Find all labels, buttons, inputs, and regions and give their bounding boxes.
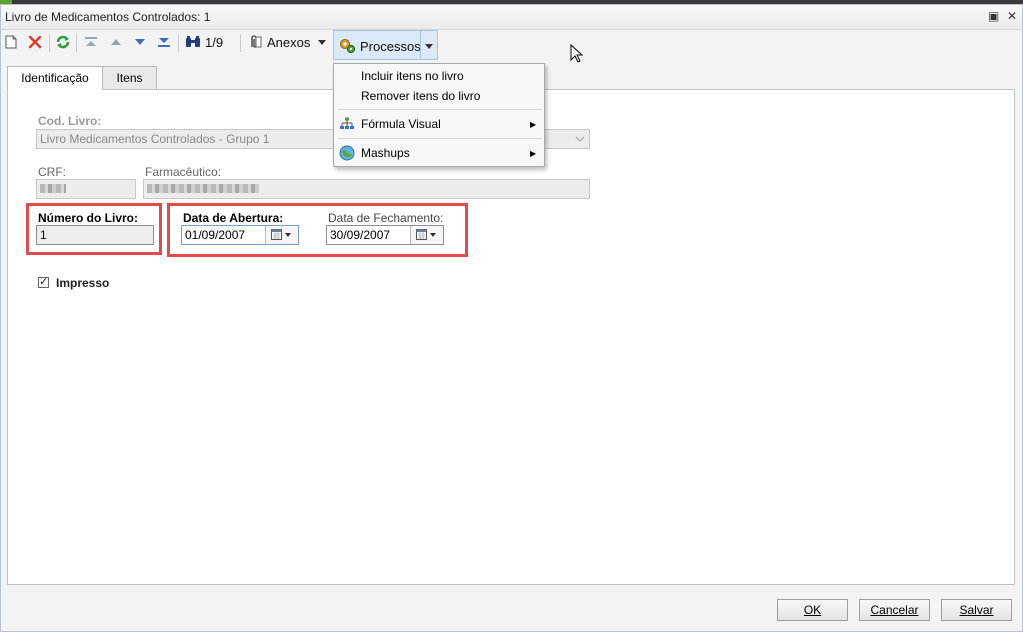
crf-label: CRF: (38, 165, 66, 179)
toolbar-separator (240, 34, 241, 52)
data-fechamento-field[interactable]: 30/09/2007 (326, 225, 444, 245)
toolbar: 1/9 Anexos (0, 25, 1021, 59)
delete-button[interactable] (28, 31, 42, 53)
check-mark-icon: ✓ (39, 276, 49, 288)
menu-item-label: Mashups (361, 146, 410, 160)
numero-livro-value: 1 (40, 228, 47, 242)
search-button[interactable]: 1/9 (185, 31, 223, 53)
menu-item-remover[interactable]: Remover itens do livro (334, 86, 544, 107)
refresh-button[interactable] (55, 31, 71, 53)
new-icon (5, 35, 17, 49)
window-title: Livro de Medicamentos Controlados: 1 (5, 10, 211, 24)
globe-icon (339, 145, 355, 161)
salvar-button[interactable]: Salvar (941, 599, 1012, 621)
submenu-arrow-icon: ▶ (530, 149, 537, 158)
processos-label: Processos (360, 38, 421, 54)
submenu-arrow-icon: ▶ (530, 120, 537, 129)
cod-livro-label: Cod. Livro: (38, 114, 102, 128)
menu-item-label: Incluir itens no livro (361, 69, 464, 83)
processos-menu: Incluir itens no livro Remover itens do … (333, 63, 545, 167)
farmaceutico-field (143, 179, 590, 199)
impresso-checkbox[interactable]: ✓ (38, 276, 49, 288)
farmaceutico-label: Farmacêutico: (145, 165, 222, 179)
tab-identificacao[interactable]: Identificação (7, 66, 103, 90)
processos-button[interactable]: Processos (333, 30, 438, 60)
data-fechamento-label: Data de Fechamento: (328, 211, 444, 225)
menu-item-mashups[interactable]: Mashups ▶ (334, 143, 544, 164)
calendar-button[interactable] (265, 226, 298, 244)
data-abertura-value: 01/09/2007 (185, 228, 246, 242)
mouse-cursor-icon (570, 44, 584, 63)
refresh-icon (56, 35, 70, 49)
last-icon (158, 38, 170, 47)
redacted-value (147, 184, 259, 193)
close-button[interactable]: ✕ (1007, 10, 1017, 22)
data-abertura-label: Data de Abertura: (183, 211, 284, 225)
next-record-button[interactable] (133, 31, 147, 53)
previous-icon (111, 39, 121, 45)
calendar-icon (416, 229, 436, 240)
cancelar-label: Cancelar (870, 603, 919, 617)
anexos-label: Anexos (267, 34, 311, 50)
chevron-down-icon (575, 136, 585, 142)
new-button[interactable] (5, 31, 17, 53)
tab-itens[interactable]: Itens (102, 66, 157, 89)
menu-item-label: Remover itens do livro (361, 89, 481, 103)
next-icon (135, 39, 145, 45)
processos-dropdown-icon[interactable] (424, 41, 434, 51)
crf-field (36, 179, 136, 199)
toolbar-separator (76, 34, 77, 52)
salvar-label: Salvar (959, 603, 994, 617)
numero-livro-label: Número do Livro: (38, 211, 139, 225)
split-divider (420, 31, 421, 59)
last-record-button[interactable] (157, 31, 171, 53)
impresso-label[interactable]: Impresso (56, 276, 109, 290)
ok-label: OK (803, 603, 822, 617)
processos-button-content: Processos (338, 35, 421, 57)
toolbar-separator (49, 34, 50, 52)
first-icon (85, 37, 97, 46)
menu-separator (338, 138, 542, 139)
restore-button[interactable]: ▣ (988, 10, 999, 22)
gears-icon (340, 39, 356, 54)
search-icon (186, 36, 200, 47)
cancelar-button[interactable]: Cancelar (859, 599, 930, 621)
data-abertura-field[interactable]: 01/09/2007 (181, 225, 299, 245)
calendar-button[interactable] (410, 226, 443, 244)
record-counter: 1/9 (205, 34, 224, 50)
data-fechamento-value: 30/09/2007 (330, 228, 391, 242)
anexos-button[interactable]: Anexos (247, 31, 327, 53)
cod-livro-value: Livro Medicamentos Controlados - Grupo 1 (40, 132, 270, 146)
menu-item-formula-visual[interactable]: Fórmula Visual ▶ (334, 114, 544, 135)
ok-button[interactable]: OK (777, 599, 848, 621)
toolbar-separator (178, 34, 179, 52)
calendar-icon (271, 229, 291, 240)
hierarchy-icon (340, 117, 354, 129)
menu-separator (338, 109, 542, 110)
menu-item-label: Fórmula Visual (361, 117, 441, 131)
redacted-value (40, 184, 66, 193)
previous-record-button[interactable] (109, 31, 123, 53)
delete-icon (28, 35, 42, 49)
paperclip-icon (251, 35, 262, 48)
first-record-button[interactable] (84, 31, 98, 53)
menu-item-incluir[interactable]: Incluir itens no livro (334, 66, 544, 87)
numero-livro-field[interactable]: 1 (36, 225, 154, 245)
dropdown-arrow-icon (318, 40, 327, 45)
